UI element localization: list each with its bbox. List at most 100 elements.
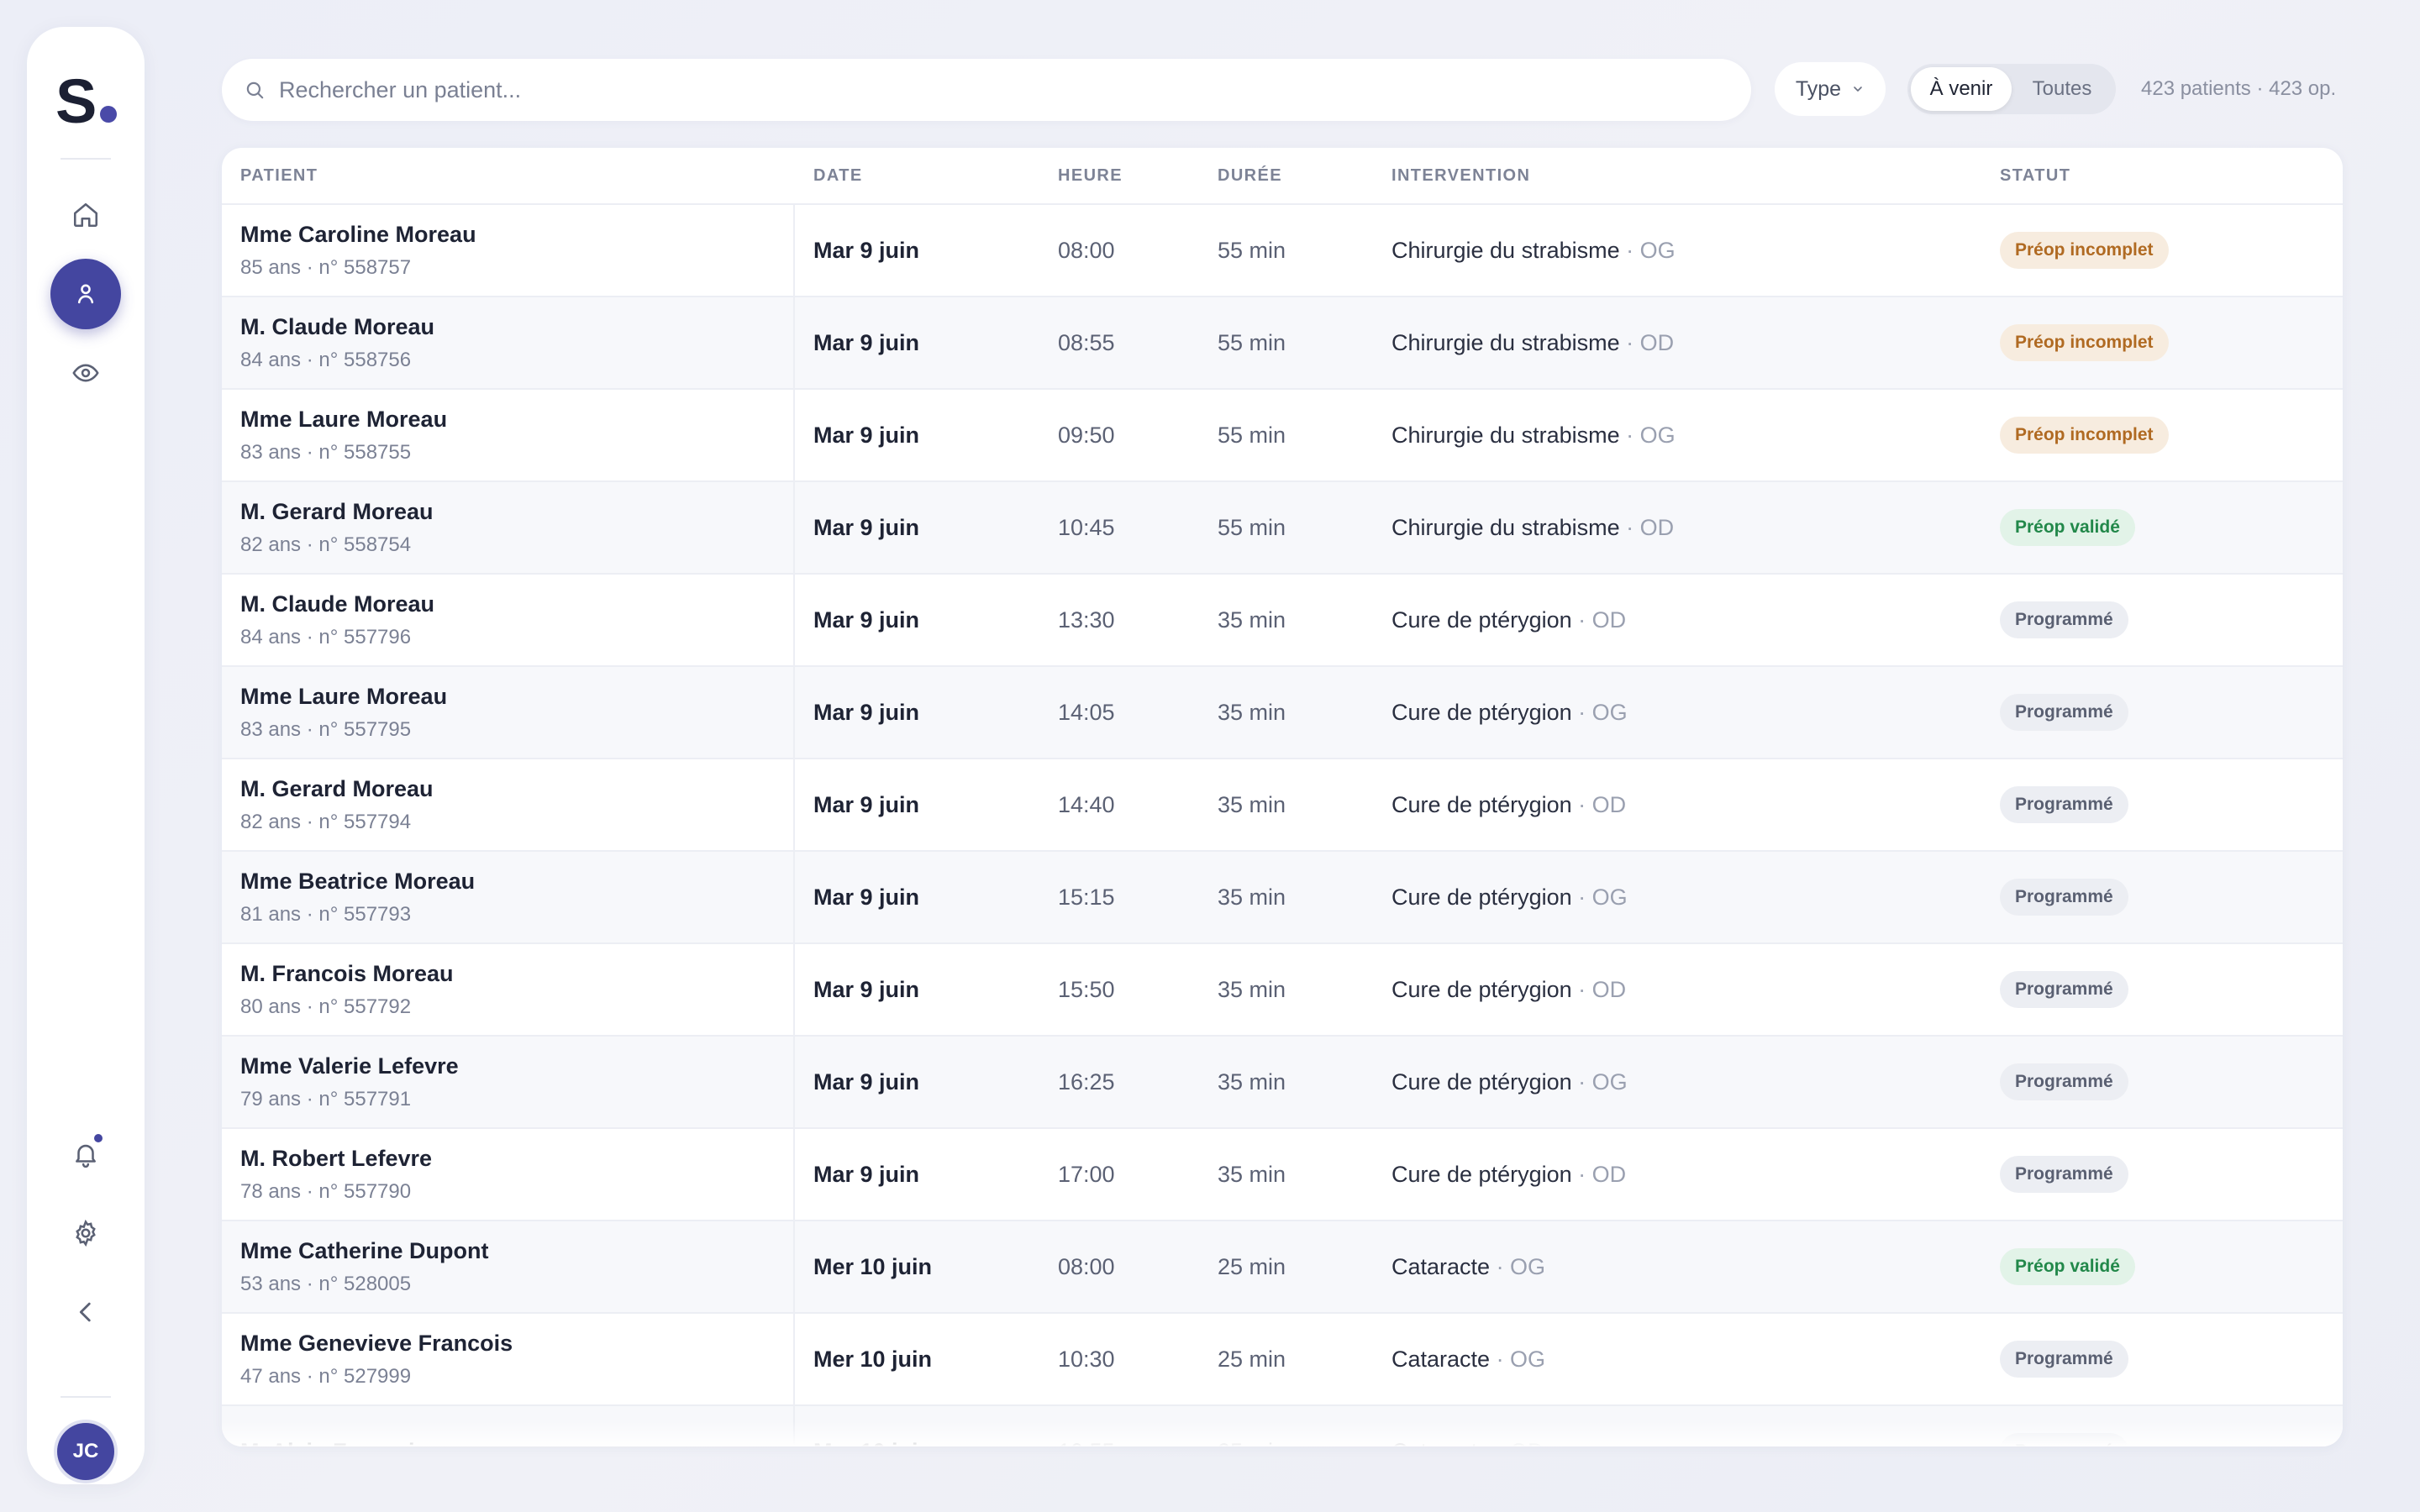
status-badge: Préop incomplet — [2000, 417, 2169, 454]
operated-eye: · OG — [1619, 237, 1676, 263]
patient-cell: M. Gerard Moreau 82 ans · n° 558754 — [222, 482, 795, 573]
search-bar[interactable] — [222, 59, 1751, 121]
patient-meta: 81 ans · n° 557793 — [240, 902, 412, 926]
search-input[interactable] — [279, 76, 1707, 103]
table-row[interactable]: M. Robert Lefevre 78 ans · n° 557790 Mar 9… — [222, 1129, 2343, 1221]
operation-time: 15:50 — [1058, 976, 1115, 1002]
status-badge: Préop validé — [2000, 509, 2135, 546]
operation-time: 15:15 — [1058, 884, 1115, 910]
operation-duration: 25 min — [1218, 1253, 1286, 1279]
sidebar-item-home[interactable] — [50, 180, 121, 250]
table-row[interactable]: M. Claude Moreau 84 ans · n° 557796 Mar 9 … — [222, 575, 2343, 667]
operation-time: 08:55 — [1058, 329, 1115, 355]
operation-date: Mar 9 juin — [813, 422, 920, 448]
intervention-name: Cataracte — [1392, 1253, 1491, 1279]
patient-cell: Mme Laure Moreau 83 ans · n° 558755 — [222, 390, 795, 480]
status-badge: Programmé — [2000, 601, 2128, 638]
table-row[interactable]: Mme Beatrice Moreau 81 ans · n° 557793 Mar… — [222, 852, 2343, 944]
operation-date: Mar 9 juin — [813, 884, 920, 910]
column-header-patient[interactable]: PATIENT — [222, 166, 795, 186]
patient-cell: M. Francois Moreau 80 ans · n° 557792 — [222, 944, 795, 1035]
status-badge: Programmé — [2000, 1156, 2128, 1193]
patient-name: M. Claude Moreau — [240, 313, 435, 339]
patient-cell: Mme Genevieve Francois 47 ans · n° 527999 — [222, 1314, 795, 1404]
segment-all[interactable]: Toutes — [2012, 67, 2112, 111]
operation-date: Mar 9 juin — [813, 606, 920, 633]
operation-duration: 35 min — [1218, 1161, 1286, 1187]
table-row[interactable]: Mme Laure Moreau 83 ans · n° 558755 Mar 9 … — [222, 390, 2343, 482]
operation-time: 13:30 — [1058, 606, 1115, 633]
table-row[interactable]: Mme Valerie Lefevre 79 ans · n° 557791 Mar… — [222, 1037, 2343, 1129]
patient-meta: 84 ans · n° 557796 — [240, 625, 412, 648]
table-row[interactable]: Mme Genevieve Francois 47 ans · n° 527999… — [222, 1314, 2343, 1406]
patient-name: M. Gerard Moreau — [240, 498, 434, 524]
operation-date: Mar 9 juin — [813, 699, 920, 725]
patient-cell: Mme Beatrice Moreau 81 ans · n° 557793 — [222, 852, 795, 942]
sidebar-item-settings[interactable] — [50, 1198, 121, 1268]
table-row[interactable]: Mme Catherine Dupont 53 ans · n° 528005 Me… — [222, 1221, 2343, 1314]
patient-cell: M. Robert Lefevre 78 ans · n° 557790 — [222, 1129, 795, 1220]
operation-date: Mar 9 juin — [813, 329, 920, 355]
table-row[interactable]: M. Gerard Moreau 82 ans · n° 558754 Mar 9 … — [222, 482, 2343, 575]
patient-meta: 53 ans · n° 528005 — [240, 1272, 412, 1295]
patient-name: Mme Laure Moreau — [240, 406, 448, 432]
column-header-intervention[interactable]: INTERVENTION — [1392, 166, 2000, 186]
patient-name: M. Robert Lefevre — [240, 1145, 433, 1171]
table-row[interactable]: Mme Laure Moreau 83 ans · n° 557795 Mar 9 … — [222, 667, 2343, 759]
operation-time: 16:25 — [1058, 1068, 1115, 1095]
status-badge: Préop incomplet — [2000, 232, 2169, 269]
operation-date: Mar 9 juin — [813, 514, 920, 540]
operation-time: 10:45 — [1058, 514, 1115, 540]
operated-eye: · OG — [1619, 422, 1676, 448]
table-row[interactable]: M. Claude Moreau 84 ans · n° 558756 Mar 9 … — [222, 297, 2343, 390]
patient-cell: M. Claude Moreau 84 ans · n° 557796 — [222, 575, 795, 665]
operation-time: 09:50 — [1058, 422, 1115, 448]
sidebar-collapse-button[interactable] — [50, 1277, 121, 1347]
segment-upcoming[interactable]: À venir — [1911, 67, 2012, 111]
type-filter-dropdown[interactable]: Type — [1775, 62, 1886, 116]
operation-date: Mer 10 juin — [813, 1346, 933, 1372]
operation-duration: 35 min — [1218, 699, 1286, 725]
operated-eye: · OD — [1619, 514, 1675, 540]
table-row[interactable]: M. Francois Moreau 80 ans · n° 557792 Mar … — [222, 944, 2343, 1037]
intervention-name: Chirurgie du strabisme — [1392, 329, 1620, 355]
patient-name: Mme Laure Moreau — [240, 683, 448, 709]
chevron-left-icon — [79, 1302, 91, 1322]
table-row[interactable]: Mme Caroline Moreau 85 ans · n° 558757 Mar… — [222, 205, 2343, 297]
table-row[interactable]: M. Gerard Moreau 82 ans · n° 557794 Mar 9 … — [222, 759, 2343, 852]
intervention-name: Cure de ptérygion — [1392, 1161, 1572, 1187]
sidebar-item-vision[interactable] — [50, 338, 121, 408]
patient-cell: Mme Laure Moreau 83 ans · n° 557795 — [222, 667, 795, 758]
operation-duration: 35 min — [1218, 884, 1286, 910]
intervention-name: Chirurgie du strabisme — [1392, 422, 1620, 448]
logo-dot — [100, 106, 118, 123]
patient-name: Mme Beatrice Moreau — [240, 868, 476, 894]
operated-eye: · OG — [1571, 884, 1628, 910]
operation-duration: 55 min — [1218, 514, 1286, 540]
operation-duration: 35 min — [1218, 791, 1286, 817]
operation-duration: 55 min — [1218, 329, 1286, 355]
sidebar-item-notifications[interactable] — [50, 1119, 121, 1189]
operation-duration: 55 min — [1218, 237, 1286, 263]
sidebar-item-patients[interactable] — [50, 259, 121, 329]
patient-cell: M. Gerard Moreau 82 ans · n° 557794 — [222, 759, 795, 850]
patient-cell: M. Claude Moreau 84 ans · n° 558756 — [222, 297, 795, 388]
column-header-status[interactable]: STATUT — [2000, 166, 2336, 186]
column-header-duration[interactable]: DURÉE — [1218, 166, 1392, 186]
result-counts: 423 patients · 423 op. — [2141, 77, 2337, 100]
user-avatar[interactable]: JC — [57, 1423, 114, 1480]
table-body: Mme Caroline Moreau 85 ans · n° 558757 Mar… — [222, 205, 2343, 1446]
scroll-fade — [222, 1421, 2343, 1446]
column-header-date[interactable]: DATE — [795, 166, 1058, 186]
operated-eye: · OG — [1571, 699, 1628, 725]
status-badge: Programmé — [2000, 879, 2128, 916]
intervention-name: Cure de ptérygion — [1392, 606, 1572, 633]
app-logo[interactable]: S — [55, 71, 118, 133]
sidebar-divider — [60, 158, 111, 160]
period-segmented-control: À venir Toutes — [1907, 64, 2116, 114]
column-header-time[interactable]: HEURE — [1058, 166, 1218, 186]
status-badge: Programmé — [2000, 786, 2128, 823]
operation-time: 14:40 — [1058, 791, 1115, 817]
patient-meta: 82 ans · n° 558754 — [240, 533, 412, 556]
patient-name: Mme Catherine Dupont — [240, 1237, 489, 1263]
